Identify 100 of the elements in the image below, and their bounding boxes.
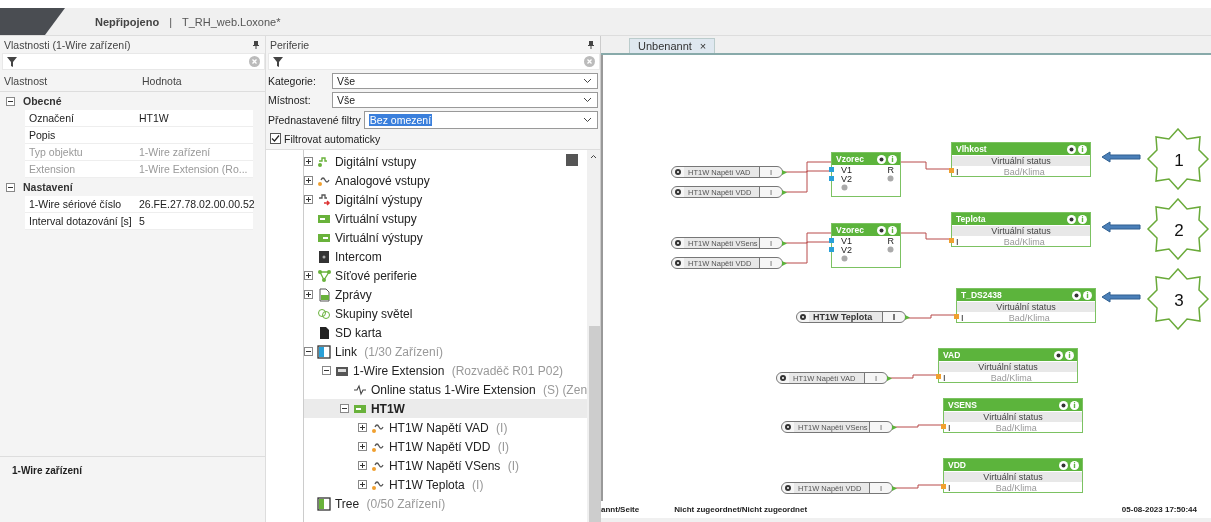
tree-item[interactable]: HT1W Napětí VDD (I) xyxy=(303,437,588,456)
settings-icon[interactable] xyxy=(877,225,886,235)
property-value[interactable]: HT1W xyxy=(135,112,253,124)
chevron-down-icon[interactable] xyxy=(583,77,592,84)
output-pin-icon[interactable] xyxy=(887,376,892,381)
formula-block[interactable]: Vzorec V1 R V2 xyxy=(831,223,901,268)
collapse-icon[interactable] xyxy=(303,347,313,356)
tree-item[interactable]: Link (1/30 Zařízení) xyxy=(303,342,588,361)
property-value[interactable]: 26.FE.27.78.02.00.00.52 xyxy=(135,198,255,210)
tree-item[interactable]: Digitální vstupy xyxy=(303,152,588,171)
tree-item[interactable]: Síťové periferie xyxy=(303,266,588,285)
arrow xyxy=(1101,291,1141,303)
status-block[interactable]: T_DS2438 Virtuální status I Bad/Klima xyxy=(956,288,1096,323)
scroll-up-icon[interactable] xyxy=(590,154,598,159)
close-tab-button[interactable]: × xyxy=(699,40,707,52)
column-header[interactable]: Hodnota xyxy=(142,75,261,87)
connection-wire xyxy=(887,374,939,379)
collapse-icon[interactable] xyxy=(6,96,15,106)
input-pin-icon[interactable] xyxy=(941,424,946,429)
input-pin-icon[interactable] xyxy=(949,238,954,243)
expand-icon[interactable] xyxy=(357,423,367,432)
tree-item[interactable]: 1-Wire Extension (Rozvaděč R01 P02) xyxy=(303,361,588,380)
output-pin-icon[interactable] xyxy=(892,425,897,430)
tree-item[interactable]: Skupiny světel xyxy=(303,304,588,323)
tree-item[interactable]: Online status 1-Wire Extension (S) (Zen xyxy=(303,380,588,399)
input-pin-icon[interactable] xyxy=(954,314,959,319)
input-pin-icon[interactable] xyxy=(941,484,946,489)
settings-icon[interactable] xyxy=(1067,214,1076,224)
title-separator: | xyxy=(169,15,173,28)
dropdown[interactable]: Vše xyxy=(332,91,598,108)
filter-icon xyxy=(273,56,283,67)
tree-item[interactable]: HT1W Napětí VSens (I) xyxy=(303,456,588,475)
input-pin-icon[interactable] xyxy=(829,247,834,252)
status-block[interactable]: Vlhkost Virtuální status I Bad/Klima xyxy=(951,142,1091,177)
tree-item[interactable]: Virtuální výstupy xyxy=(303,228,588,247)
tree-item[interactable]: Intercom xyxy=(303,247,588,266)
expand-icon[interactable] xyxy=(303,290,313,299)
pin-icon[interactable] xyxy=(253,41,259,49)
settings-icon[interactable] xyxy=(877,154,886,164)
output-pin-icon[interactable] xyxy=(782,241,787,246)
input-pin-icon[interactable] xyxy=(936,374,941,379)
tree-item[interactable]: Tree (0/50 Zařízení) xyxy=(303,494,588,513)
input-pin-icon[interactable] xyxy=(829,238,834,243)
settings-icon[interactable] xyxy=(1067,144,1076,154)
expand-icon[interactable] xyxy=(357,442,367,451)
tree-item[interactable]: HT1W xyxy=(303,399,588,418)
connection-wire xyxy=(905,314,957,319)
filter-field[interactable] xyxy=(2,53,265,70)
scrollbar-thumb[interactable] xyxy=(589,326,600,522)
document-tab[interactable]: Unbenannt × xyxy=(629,38,716,53)
expand-icon[interactable] xyxy=(303,195,313,204)
assignment-label: Nicht zugeordnet/Nicht zugeordnet xyxy=(674,505,808,514)
expand-icon[interactable] xyxy=(303,157,313,166)
clear-icon[interactable] xyxy=(249,56,260,67)
expand-icon[interactable] xyxy=(357,480,367,489)
output-pin-icon[interactable] xyxy=(782,170,787,175)
expand-icon[interactable] xyxy=(303,176,313,185)
settings-icon[interactable] xyxy=(1054,350,1063,360)
tree-item[interactable]: Zprávy xyxy=(303,285,588,304)
status-block[interactable]: VDD Virtuální status I Bad/Klima xyxy=(943,458,1083,493)
callout-star: 1 xyxy=(1146,128,1210,190)
settings-icon[interactable] xyxy=(1059,400,1068,410)
tree-item[interactable]: HT1W Teplota (I) xyxy=(303,475,588,494)
checkbox[interactable] xyxy=(270,133,281,144)
status-block[interactable]: VAD Virtuální status I Bad/Klima xyxy=(938,348,1078,383)
expand-icon[interactable] xyxy=(357,461,367,470)
description-title: 1-Wire zařízení xyxy=(12,465,82,476)
status-block[interactable]: VSENS Virtuální status I Bad/Klima xyxy=(943,398,1083,433)
input-pin-icon[interactable] xyxy=(829,176,834,181)
tree-item[interactable]: Virtuální vstupy xyxy=(303,209,588,228)
formula-block[interactable]: Vzorec V1 R V2 xyxy=(831,152,901,197)
settings-icon[interactable] xyxy=(1072,290,1081,300)
expand-icon[interactable] xyxy=(303,271,313,280)
filter-field[interactable] xyxy=(268,53,600,70)
output-pin-icon[interactable] xyxy=(782,261,787,266)
property-value[interactable]: 5 xyxy=(135,215,253,227)
pin-icon[interactable] xyxy=(588,41,594,49)
output-pin-icon[interactable] xyxy=(892,486,897,491)
tree-item[interactable]: HT1W Napětí VAD (I) xyxy=(303,418,588,437)
settings-icon[interactable] xyxy=(1059,460,1068,470)
collapse-icon[interactable] xyxy=(321,366,331,375)
output-pin-icon[interactable] xyxy=(905,315,910,320)
tree-item[interactable]: SD karta xyxy=(303,323,588,342)
property-name: Typ objektu xyxy=(28,146,84,158)
input-pin-icon[interactable] xyxy=(949,168,954,173)
checkbox-label: Filtrovat automaticky xyxy=(284,132,381,145)
collapse-icon[interactable] xyxy=(6,182,15,192)
output-pin-icon[interactable] xyxy=(782,190,787,195)
chevron-down-icon[interactable] xyxy=(583,96,592,103)
chevron-down-icon[interactable] xyxy=(583,116,592,123)
dropdown[interactable]: Bez omezení xyxy=(363,110,598,129)
tree-item[interactable]: Analogové vstupy xyxy=(303,171,588,190)
tree-item[interactable]: Digitální výstupy xyxy=(303,190,588,209)
status-block[interactable]: Teplota Virtuální status I Bad/Klima xyxy=(951,212,1091,247)
dropdown[interactable]: Vše xyxy=(332,72,598,89)
gear-icon xyxy=(800,314,806,320)
input-pin-icon[interactable] xyxy=(829,167,834,172)
clear-icon[interactable] xyxy=(584,56,595,67)
collapse-icon[interactable] xyxy=(339,404,349,413)
column-header[interactable]: Vlastnost xyxy=(4,75,142,87)
